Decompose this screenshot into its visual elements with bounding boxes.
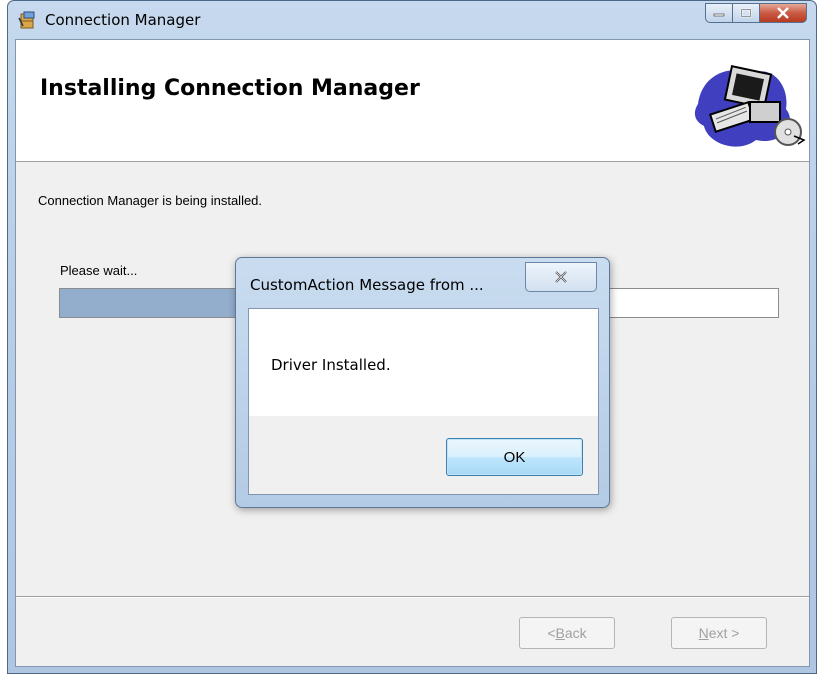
- back-button-prefix: <: [547, 625, 556, 641]
- next-button-label: ext >: [708, 625, 740, 641]
- dialog-client-area: Driver Installed. OK: [248, 308, 599, 495]
- close-icon: [777, 7, 789, 19]
- dialog-close-button[interactable]: [525, 262, 597, 292]
- back-button-accelerator: B: [555, 625, 565, 641]
- progress-label: Please wait...: [60, 263, 138, 278]
- caption-buttons: [705, 3, 807, 25]
- minimize-button[interactable]: [705, 3, 733, 23]
- footer-divider: [16, 596, 809, 597]
- dialog-message-area: Driver Installed.: [249, 309, 598, 416]
- install-status-text: Connection Manager is being installed.: [38, 193, 263, 208]
- ok-button[interactable]: OK: [446, 438, 583, 476]
- next-button-accelerator: N: [698, 625, 709, 641]
- window-title: Connection Manager: [45, 11, 201, 29]
- close-icon: [555, 271, 567, 283]
- next-button[interactable]: Next >: [671, 617, 767, 649]
- header-banner: Installing Connection Manager: [16, 40, 809, 162]
- title-bar[interactable]: Connection Manager: [8, 1, 816, 39]
- maximize-button[interactable]: [733, 3, 760, 23]
- maximize-icon: [740, 8, 752, 18]
- back-button-label: ack: [564, 625, 587, 641]
- minimize-icon: [713, 13, 725, 17]
- back-button[interactable]: < Back: [519, 617, 615, 649]
- banner-title: Installing Connection Manager: [40, 76, 420, 101]
- computer-setup-icon: [694, 65, 806, 147]
- custom-action-dialog: CustomAction Message from ... Driver Ins…: [235, 257, 610, 508]
- dialog-title: CustomAction Message from ...: [250, 276, 484, 294]
- installer-app-icon: [18, 11, 35, 29]
- dialog-message: Driver Installed.: [271, 356, 391, 374]
- close-button[interactable]: [760, 3, 807, 23]
